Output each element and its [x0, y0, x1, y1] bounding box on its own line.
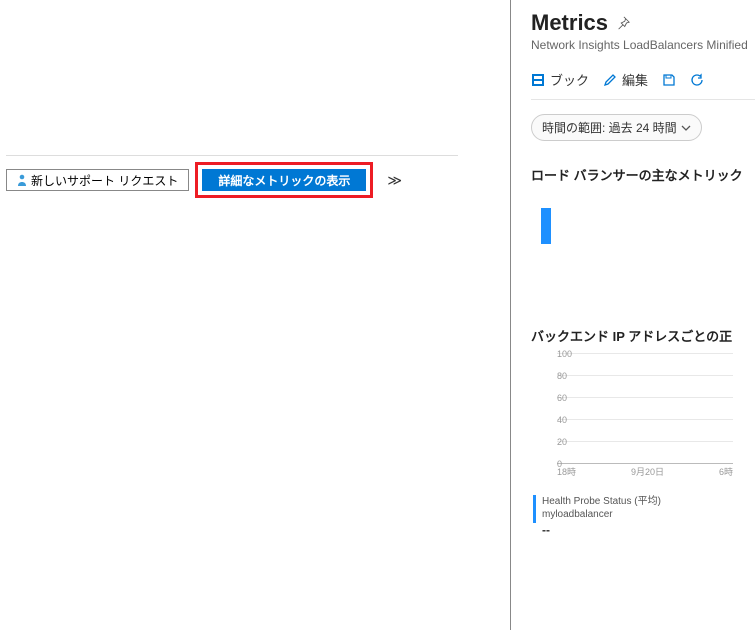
divider — [6, 155, 458, 156]
pin-icon[interactable] — [616, 16, 630, 33]
panel-title: Metrics — [531, 10, 608, 36]
y-tick: 60 — [557, 393, 567, 403]
y-tick: 20 — [557, 437, 567, 447]
workbook-icon — [531, 73, 545, 87]
highlight-box: 詳細なメトリックの表示 — [195, 162, 373, 198]
new-support-request-button[interactable]: 新しいサポート リクエスト — [6, 169, 189, 191]
pencil-icon — [603, 73, 617, 87]
section-title-backend-ip: バックエンド IP アドレスごとの正 — [531, 326, 755, 345]
legend-resource: myloadbalancer — [542, 508, 661, 521]
y-tick: 100 — [557, 349, 572, 359]
x-tick: 9月20日 — [631, 465, 664, 478]
toolbar-book-label: ブック — [550, 70, 589, 89]
mini-bar-indicator — [541, 208, 551, 244]
legend-value: -- — [542, 523, 661, 539]
legend-series-name: Health Probe Status (平均) — [542, 495, 661, 508]
toolbar: ブック 編集 — [531, 70, 755, 100]
panel-title-row: Metrics — [531, 10, 755, 36]
breadcrumb: Network Insights LoadBalancers Minified — [531, 38, 755, 52]
x-tick: 6時 — [719, 465, 733, 478]
legend-color-bar — [533, 495, 536, 523]
toolbar-edit-label: 編集 — [622, 70, 648, 89]
y-tick: 80 — [557, 371, 567, 381]
health-probe-chart[interactable]: 100 80 60 40 20 0 18時 9月20日 6時 — [533, 353, 755, 487]
section-title-main-metrics: ロード バランサーの主なメトリック — [531, 165, 755, 184]
y-tick: 40 — [557, 415, 567, 425]
toolbar-book[interactable]: ブック — [531, 70, 589, 89]
time-range-pill[interactable]: 時間の範囲: 過去 24 時間 — [531, 114, 702, 141]
toolbar-edit[interactable]: 編集 — [603, 70, 648, 89]
support-btn-label: 新しいサポート リクエスト — [31, 172, 178, 189]
time-range-label: 時間の範囲: 過去 24 時間 — [542, 119, 677, 136]
chart-grid: 100 80 60 40 20 0 — [533, 353, 733, 463]
refresh-icon — [690, 73, 704, 87]
chart-legend: Health Probe Status (平均) myloadbalancer … — [533, 495, 755, 539]
person-icon — [17, 174, 27, 186]
save-icon — [662, 73, 676, 87]
toolbar-refresh[interactable] — [690, 73, 704, 87]
chart-section: バックエンド IP アドレスごとの正 100 80 60 40 20 0 18時… — [531, 326, 755, 539]
y-tick: 0 — [557, 459, 562, 469]
toolbar-save[interactable] — [662, 73, 676, 87]
detailed-metrics-button[interactable]: 詳細なメトリックの表示 — [202, 169, 366, 191]
more-chevron-icon[interactable]: ≫ — [387, 172, 402, 189]
metrics-panel: Metrics Network Insights LoadBalancers M… — [510, 0, 755, 630]
left-panel: 新しいサポート リクエスト 詳細なメトリックの表示 ≫ — [0, 0, 510, 630]
chevron-down-icon — [681, 123, 691, 133]
x-axis-labels: 18時 9月20日 6時 — [557, 465, 733, 478]
legend-text: Health Probe Status (平均) myloadbalancer … — [542, 495, 661, 539]
button-row: 新しいサポート リクエスト 詳細なメトリックの表示 ≫ — [6, 162, 402, 198]
